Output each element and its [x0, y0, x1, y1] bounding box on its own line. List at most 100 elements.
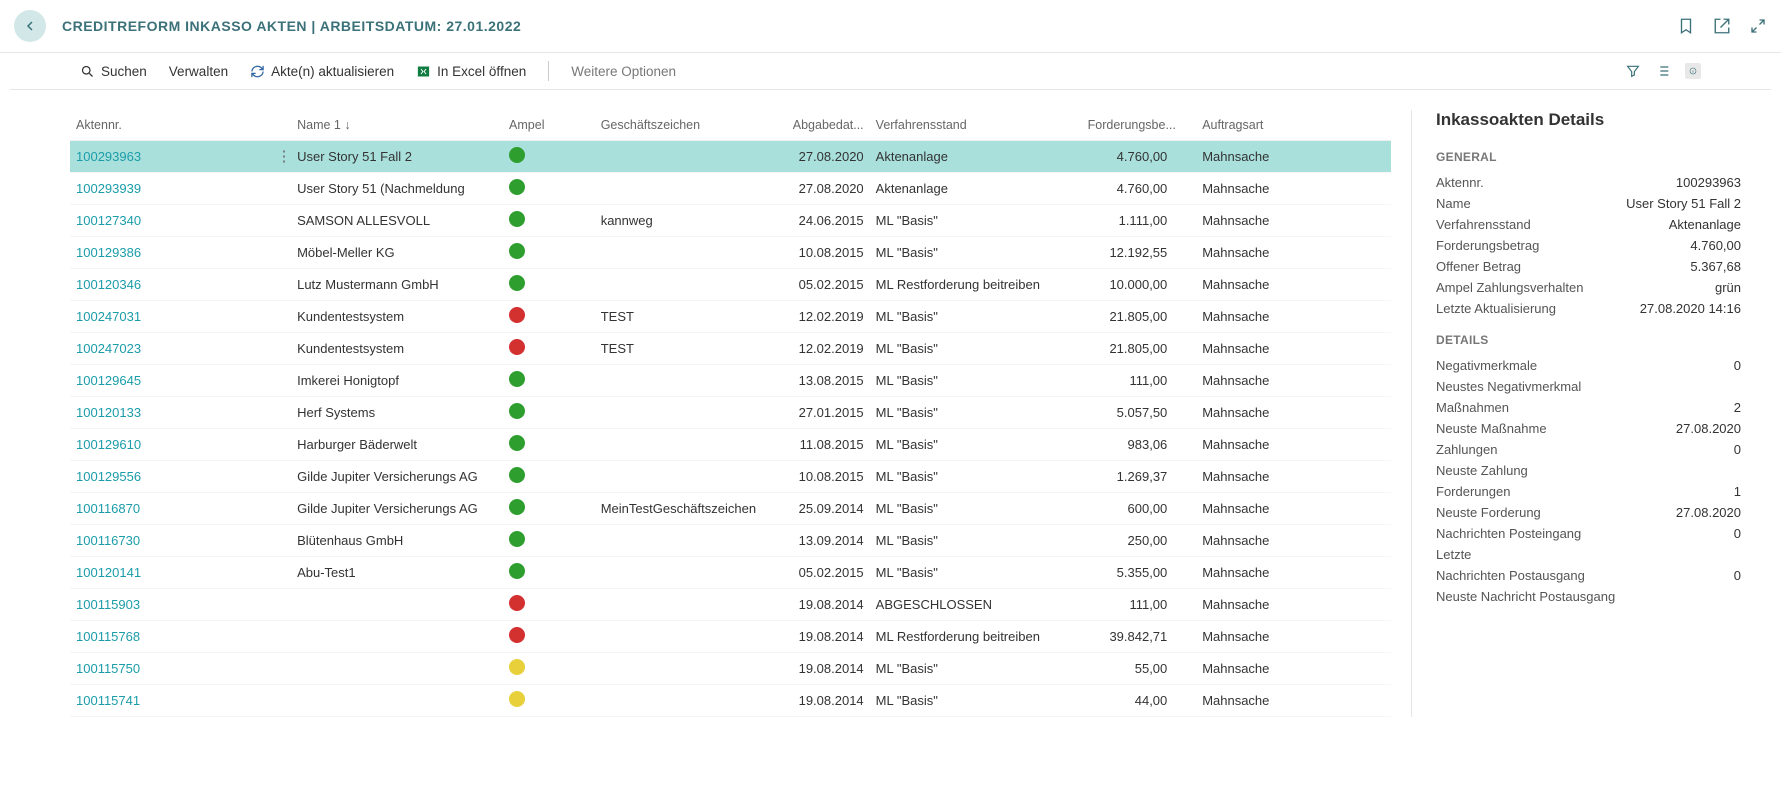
- cell-name: Blütenhaus GmbH: [291, 525, 503, 557]
- aktennr-link[interactable]: 100120141: [76, 565, 141, 580]
- ampel-indicator: [509, 563, 525, 579]
- aktennr-link[interactable]: 100115750: [76, 661, 140, 676]
- table-row[interactable]: 100293939User Story 51 (Nachmeldung27.08…: [70, 173, 1391, 205]
- ampel-indicator: [509, 435, 525, 451]
- aktennr-link[interactable]: 100247031: [76, 309, 141, 324]
- aktennr-link[interactable]: 100120346: [76, 277, 141, 292]
- cell-verf: ML "Basis": [870, 461, 1082, 493]
- kv-value: 0: [1734, 442, 1741, 457]
- row-more-icon[interactable]: ⋮: [276, 148, 291, 165]
- table-row[interactable]: 100120141Abu-Test105.02.2015ML "Basis"5.…: [70, 557, 1391, 589]
- kv-value: grün: [1715, 280, 1741, 295]
- table-row[interactable]: 10011590319.08.2014ABGESCHLOSSEN111,00Ma…: [70, 589, 1391, 621]
- table-row[interactable]: 10011574119.08.2014ML "Basis"44,00Mahnsa…: [70, 685, 1391, 717]
- table-row[interactable]: 100129610Harburger Bäderwelt11.08.2015ML…: [70, 429, 1391, 461]
- aktennr-link[interactable]: 100129645: [76, 373, 141, 388]
- ampel-indicator: [509, 659, 525, 675]
- cell-gz: [595, 141, 778, 173]
- table-row[interactable]: 100116870Gilde Jupiter Versicherungs AGM…: [70, 493, 1391, 525]
- cell-gz: [595, 525, 778, 557]
- cell-ford: 111,00: [1082, 589, 1174, 621]
- cell-name: Abu-Test1: [291, 557, 503, 589]
- cell-name: User Story 51 Fall 2: [291, 141, 503, 173]
- table-row[interactable]: 100293963⋮User Story 51 Fall 227.08.2020…: [70, 141, 1391, 173]
- cell-gz: [595, 237, 778, 269]
- cell-abgabe: 27.01.2015: [778, 397, 870, 429]
- table-row[interactable]: 100129386Möbel-Meller KG10.08.2015ML "Ba…: [70, 237, 1391, 269]
- cell-ford: 5.057,50: [1082, 397, 1174, 429]
- excel-action[interactable]: In Excel öffnen: [416, 64, 526, 79]
- refresh-label: Akte(n) aktualisieren: [271, 64, 394, 79]
- table-row[interactable]: 100127340SAMSON ALLESVOLLkannweg24.06.20…: [70, 205, 1391, 237]
- cell-abgabe: 24.06.2015: [778, 205, 870, 237]
- aktennr-link[interactable]: 100129556: [76, 469, 141, 484]
- refresh-action[interactable]: Akte(n) aktualisieren: [250, 64, 394, 79]
- excel-icon: [416, 64, 431, 79]
- cell-auf: Mahnsache: [1196, 525, 1391, 557]
- cell-verf: ML "Basis": [870, 525, 1082, 557]
- aktennr-link[interactable]: 100293963: [76, 149, 141, 164]
- refresh-icon: [250, 64, 265, 79]
- ampel-indicator: [509, 595, 525, 611]
- table-row[interactable]: 100247031KundentestsystemTEST12.02.2019M…: [70, 301, 1391, 333]
- aktennr-link[interactable]: 100116730: [76, 533, 140, 548]
- cell-ford: 4.760,00: [1082, 173, 1174, 205]
- cell-verf: ML "Basis": [870, 237, 1082, 269]
- table-row[interactable]: 10011575019.08.2014ML "Basis"55,00Mahnsa…: [70, 653, 1391, 685]
- bookmark-icon[interactable]: [1677, 17, 1695, 35]
- col-name[interactable]: Name 1 ↓: [291, 110, 503, 141]
- manage-action[interactable]: Verwalten: [169, 64, 228, 79]
- list-icon[interactable]: [1655, 63, 1671, 79]
- info-icon[interactable]: [1685, 63, 1701, 79]
- aktennr-link[interactable]: 100116870: [76, 501, 140, 516]
- col-verf[interactable]: Verfahrensstand: [870, 110, 1082, 141]
- table-row[interactable]: 100120346Lutz Mustermann GmbH05.02.2015M…: [70, 269, 1391, 301]
- excel-label: In Excel öffnen: [437, 64, 526, 79]
- col-ampel[interactable]: Ampel: [503, 110, 595, 141]
- table-area: Aktennr. Name 1 ↓ Ampel Geschäftszeichen…: [70, 110, 1391, 717]
- cell-gz: MeinTestGeschäftszeichen: [595, 493, 778, 525]
- filter-icon[interactable]: [1625, 63, 1641, 79]
- aktennr-link[interactable]: 100115768: [76, 629, 140, 644]
- titlebar: CREDITREFORM INKASSO AKTEN | ARBEITSDATU…: [0, 0, 1781, 53]
- cell-name: Kundentestsystem: [291, 333, 503, 365]
- cell-gz: TEST: [595, 333, 778, 365]
- aktennr-link[interactable]: 100115903: [76, 597, 140, 612]
- cell-gz: [595, 269, 778, 301]
- aktennr-link[interactable]: 100127340: [76, 213, 141, 228]
- aktennr-link[interactable]: 100115741: [76, 693, 140, 708]
- aktennr-link[interactable]: 100129386: [76, 245, 141, 260]
- table-row[interactable]: 100247023KundentestsystemTEST12.02.2019M…: [70, 333, 1391, 365]
- cell-abgabe: 27.08.2020: [778, 173, 870, 205]
- cell-abgabe: 13.09.2014: [778, 525, 870, 557]
- more-options-action[interactable]: Weitere Optionen: [571, 64, 676, 79]
- search-action[interactable]: Suchen: [80, 64, 147, 79]
- search-icon: [80, 64, 95, 79]
- kv-label: Negativmerkmale: [1436, 358, 1537, 373]
- table-row[interactable]: 10011576819.08.2014ML Restforderung beit…: [70, 621, 1391, 653]
- col-aktennr[interactable]: Aktennr.: [70, 110, 270, 141]
- expand-icon[interactable]: [1749, 17, 1767, 35]
- col-gz[interactable]: Geschäftszeichen: [595, 110, 778, 141]
- ampel-indicator: [509, 307, 525, 323]
- table-row[interactable]: 100116730 Blütenhaus GmbH 13.09.2014ML "Ba…: [70, 525, 1391, 557]
- aktennr-link[interactable]: 100129610: [76, 437, 141, 452]
- col-auf[interactable]: Auftragsart: [1196, 110, 1391, 141]
- cell-verf: ABGESCHLOSSEN: [870, 589, 1082, 621]
- cell-ford: 21.805,00: [1082, 333, 1174, 365]
- aktennr-link[interactable]: 100120133: [76, 405, 141, 420]
- popout-icon[interactable]: [1713, 17, 1731, 35]
- table-row[interactable]: 100129556Gilde Jupiter Versicherungs AG1…: [70, 461, 1391, 493]
- table-row[interactable]: 100129645Imkerei Honigtopf13.08.2015ML "…: [70, 365, 1391, 397]
- kv-label: Forderungen: [1436, 484, 1510, 499]
- col-ford[interactable]: Forderungsbe...: [1082, 110, 1174, 141]
- cell-gz: [595, 621, 778, 653]
- table-row[interactable]: 100120133Herf Systems27.01.2015ML "Basis…: [70, 397, 1391, 429]
- aktennr-link[interactable]: 100247023: [76, 341, 141, 356]
- aktennr-link[interactable]: 100293939: [76, 181, 141, 196]
- cell-gz: [595, 365, 778, 397]
- cell-name: Lutz Mustermann GmbH: [291, 269, 503, 301]
- col-abgabe[interactable]: Abgabedat...: [778, 110, 870, 141]
- cell-verf: ML "Basis": [870, 493, 1082, 525]
- back-button[interactable]: [14, 10, 46, 42]
